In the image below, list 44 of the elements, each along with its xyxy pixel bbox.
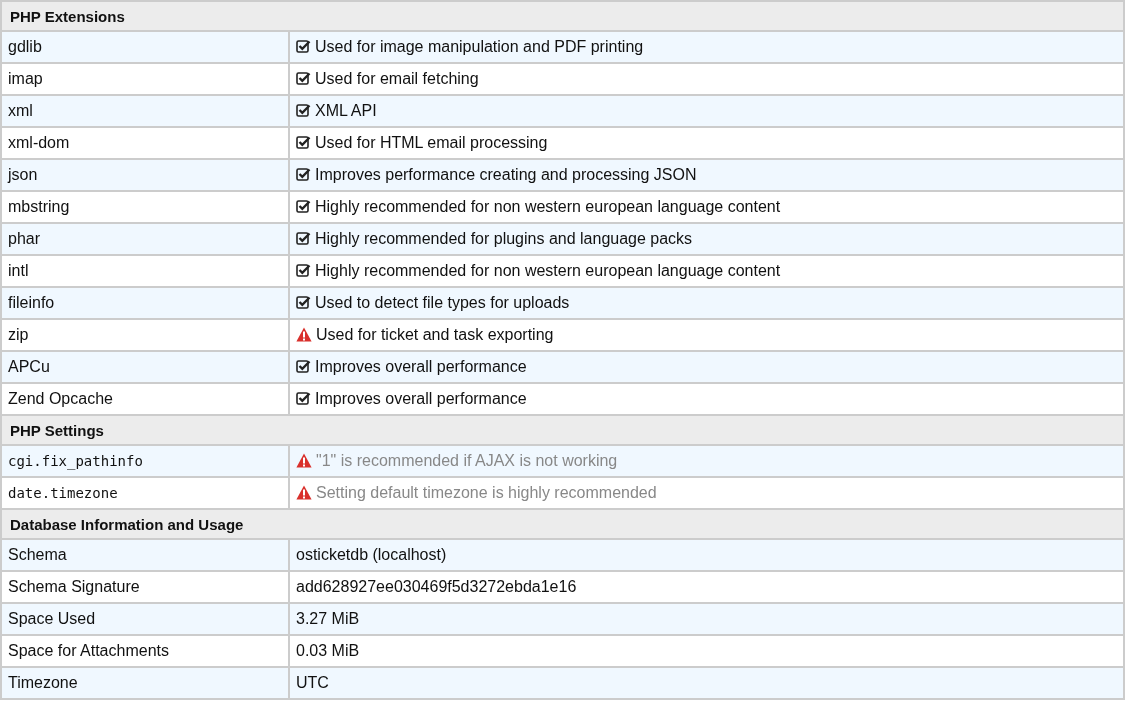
checkbox-checked-icon <box>296 103 311 118</box>
checkbox-checked-icon <box>296 263 311 278</box>
checkbox-checked-icon <box>296 199 311 214</box>
table-cell: xml <box>1 95 289 127</box>
checkbox-checked-icon <box>296 359 311 374</box>
checkbox-checked-icon <box>296 167 311 182</box>
checkbox-checked-icon <box>296 135 311 150</box>
status-text: "1" is recommended if AJAX is not working <box>316 452 618 469</box>
table-cell: cgi.fix_pathinfo <box>1 445 289 477</box>
status-text: XML API <box>315 102 377 119</box>
table-cell: gdlib <box>1 31 289 63</box>
section-header: Database Information and Usage <box>1 509 1124 539</box>
table-cell: Schema <box>1 539 289 571</box>
status-text: Improves overall performance <box>315 390 527 407</box>
status-text: Improves performance creating and processing JSON <box>315 166 697 183</box>
section-header: PHP Settings <box>1 415 1124 445</box>
status-text: Used for image manipulation and PDF printing <box>315 38 644 55</box>
table-cell: UTC <box>289 667 1124 699</box>
table-cell: phar <box>1 223 289 255</box>
checkbox-checked-icon <box>296 391 311 406</box>
status-text: Used to detect file types for uploads <box>315 294 570 311</box>
status-text: Highly recommended for non western european language content <box>315 262 781 279</box>
checkbox-checked-icon <box>296 231 311 246</box>
checkbox-checked-icon <box>296 71 311 86</box>
section-header: PHP Extensions <box>1 1 1124 31</box>
status-text: Used for email fetching <box>315 70 479 87</box>
table-cell: fileinfo <box>1 287 289 319</box>
checkbox-checked-icon <box>296 295 311 310</box>
status-text: Improves overall performance <box>315 358 527 375</box>
warning-icon <box>296 327 312 342</box>
status-text: Used for HTML email processing <box>315 134 548 151</box>
table-cell: Timezone <box>1 667 289 699</box>
table-cell: json <box>1 159 289 191</box>
status-text: Highly recommended for plugins and language packs <box>315 230 693 247</box>
table-cell: osticketdb (localhost) <box>289 539 1124 571</box>
checkbox-checked-icon <box>296 39 311 54</box>
table-cell: APCu <box>1 351 289 383</box>
status-text: Used for ticket and task exporting <box>316 326 554 343</box>
warning-icon <box>296 485 312 500</box>
warning-icon <box>296 453 312 468</box>
status-text: Setting default timezone is highly recommended <box>316 484 657 501</box>
status-text: Highly recommended for non western european language content <box>315 198 781 215</box>
table-cell: 3.27 MiB <box>289 603 1124 635</box>
table-cell: Space Used <box>1 603 289 635</box>
